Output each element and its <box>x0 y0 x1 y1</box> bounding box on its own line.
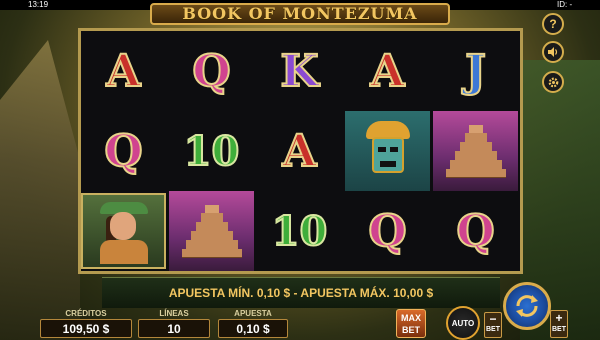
pyramid-icon <box>445 125 506 178</box>
symbol-a: A <box>369 45 405 98</box>
bet-increase-label: BET <box>552 326 566 333</box>
symbol-10: 10 <box>183 127 241 176</box>
bet-limits-text: APUESTA MÍN. 0,10 $ - APUESTA MÁX. 10,00… <box>168 286 434 300</box>
symbol-cell: Q <box>169 31 254 111</box>
autoplay-button[interactable]: AUTO <box>446 306 480 340</box>
max-bet-button[interactable]: MAX BET <box>396 309 426 338</box>
reel-1: A Q <box>81 31 166 271</box>
help-icon: ? <box>549 17 557 31</box>
symbol-a: A <box>281 125 317 178</box>
symbol-cell: A <box>345 31 430 111</box>
symbol-pyramid <box>433 111 518 191</box>
symbol-j: J <box>464 45 487 98</box>
symbol-k: K <box>279 45 319 98</box>
speaker-icon <box>548 47 558 57</box>
symbol-10: 10 <box>271 207 329 256</box>
symbol-cell: Q <box>433 191 518 271</box>
minus-icon: − <box>489 312 497 326</box>
max-bet-line2: BET <box>402 325 420 335</box>
symbol-cell: Q <box>81 111 166 191</box>
sound-button[interactable] <box>542 41 564 63</box>
credits-value: 109,50 $ <box>40 319 132 338</box>
bet-decrease-label: BET <box>486 326 500 333</box>
symbol-cell: Q <box>345 191 430 271</box>
bet-panel: APUESTA 0,10 $ <box>218 309 288 340</box>
clock: 13:19 <box>28 0 49 9</box>
lines-label: LÍNEAS <box>159 309 189 318</box>
spin-button[interactable] <box>503 282 551 330</box>
game-title-plate: BOOK OF MONTEZUMA <box>150 3 450 25</box>
credits-panel: CRÉDITOS 109,50 $ <box>40 309 132 340</box>
reel-4: A Q <box>345 31 430 271</box>
session-id: ID: - <box>557 0 573 9</box>
symbol-q: Q <box>191 45 231 98</box>
lines-value[interactable]: 10 <box>138 319 210 338</box>
lines-panel: LÍNEAS 10 <box>138 309 210 340</box>
settings-button[interactable] <box>542 71 564 93</box>
symbol-cell: 10 <box>169 111 254 191</box>
bet-label: APUESTA <box>234 309 272 318</box>
symbol-pyramid <box>169 191 254 271</box>
symbol-explorer <box>81 193 166 269</box>
max-bet-line1: MAX <box>401 313 421 323</box>
autoplay-label: AUTO <box>451 318 475 328</box>
symbol-cell: A <box>81 31 166 111</box>
reel-3: K A 10 <box>257 31 342 271</box>
symbol-a: A <box>105 45 141 98</box>
aztec-mask-icon <box>364 121 412 181</box>
gear-icon <box>548 77 558 87</box>
bet-value: 0,10 $ <box>218 319 288 338</box>
plus-icon: + <box>555 311 563 325</box>
symbol-cell: J <box>433 31 518 111</box>
spin-arrows-icon <box>516 295 538 317</box>
symbol-cell: A <box>257 111 342 191</box>
symbol-mask <box>345 111 430 191</box>
pyramid-icon <box>181 205 242 258</box>
help-button[interactable]: ? <box>542 13 564 35</box>
symbol-cell: 10 <box>257 191 342 271</box>
bet-increase-button[interactable]: + BET <box>550 310 568 338</box>
bet-decrease-button[interactable]: − BET <box>484 312 502 338</box>
symbol-q: Q <box>455 205 495 258</box>
bet-limits-bar: APUESTA MÍN. 0,10 $ - APUESTA MÁX. 10,00… <box>102 277 500 308</box>
game-title: BOOK OF MONTEZUMA <box>182 4 418 23</box>
symbol-q: Q <box>103 125 143 178</box>
credits-label: CRÉDITOS <box>65 309 107 318</box>
explorer-icon <box>94 198 154 264</box>
symbol-cell: K <box>257 31 342 111</box>
symbol-q: Q <box>367 205 407 258</box>
reel-2: Q 10 <box>169 31 254 271</box>
reel-grid: A Q Q 10 K A 10 A Q J Q <box>78 28 523 274</box>
reel-5: J Q <box>433 31 518 271</box>
